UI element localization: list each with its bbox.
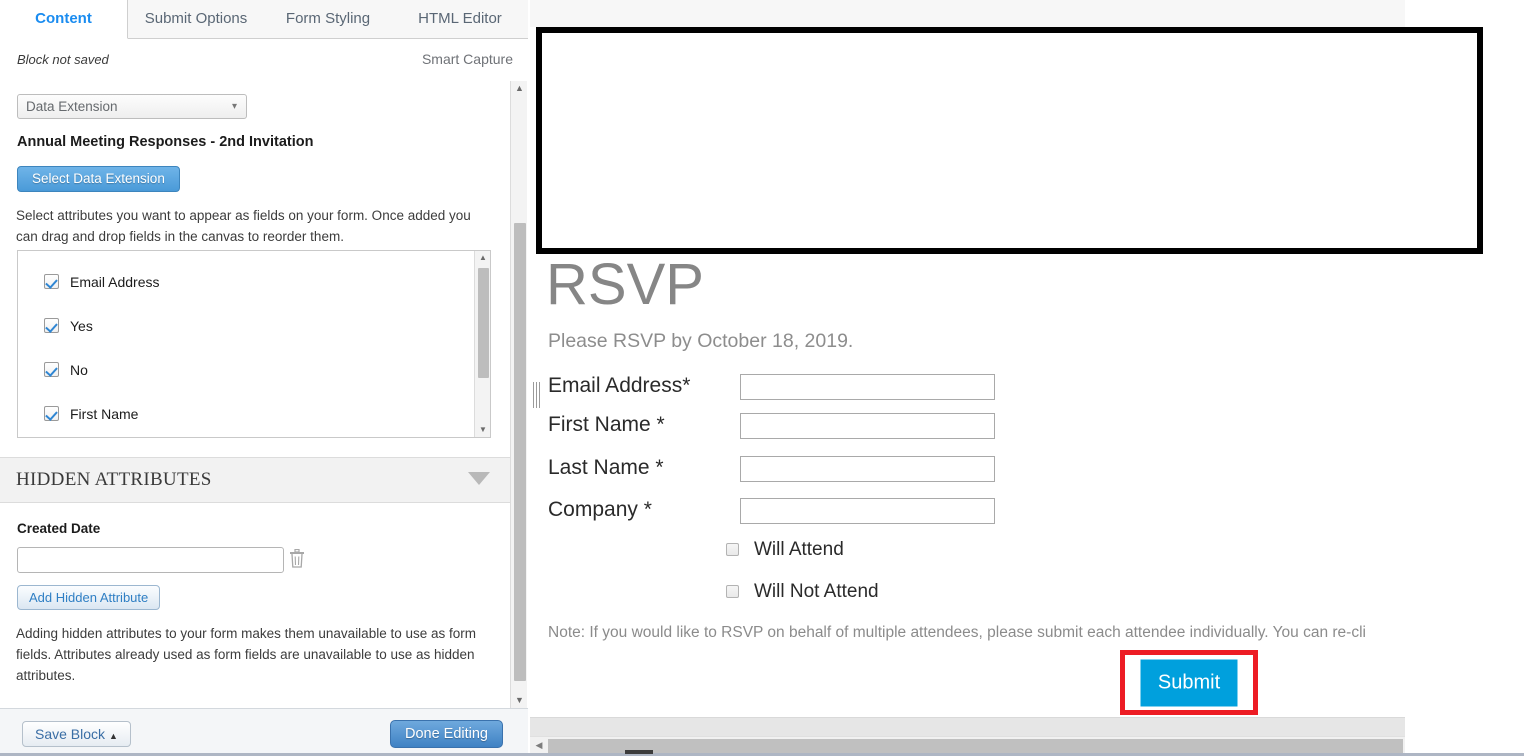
data-source-select-value: Data Extension xyxy=(26,99,118,114)
hidden-attribute-input[interactable] xyxy=(17,547,284,573)
attribute-label: No xyxy=(70,362,88,378)
trash-icon[interactable] xyxy=(289,548,305,569)
checkbox-icon[interactable] xyxy=(44,362,59,377)
field-row-company: Company * xyxy=(548,496,1018,538)
first-name-input[interactable] xyxy=(740,413,995,439)
save-block-label: Save Block xyxy=(35,726,106,742)
checkbox-icon[interactable] xyxy=(44,318,59,333)
rsvp-note: Note: If you would like to RSVP on behal… xyxy=(548,624,1366,641)
data-source-select[interactable]: Data Extension ▾ xyxy=(17,94,247,119)
editor-scroll-area: Data Extension ▾ Annual Meeting Response… xyxy=(0,81,510,708)
hidden-attributes-helper-text: Adding hidden attributes to your form ma… xyxy=(16,626,476,683)
field-label: Company * xyxy=(548,498,652,521)
attribute-label: First Name xyxy=(70,406,139,422)
checkbox-icon[interactable] xyxy=(726,543,739,556)
chevron-down-icon: ▾ xyxy=(231,101,237,112)
tab-submit-options[interactable]: Submit Options xyxy=(128,0,264,39)
select-data-extension-button[interactable]: Select Data Extension xyxy=(17,166,180,192)
last-name-input[interactable] xyxy=(740,456,995,482)
attribute-label: Yes xyxy=(70,318,93,334)
done-editing-button[interactable]: Done Editing xyxy=(389,720,503,748)
canvas-top-strip xyxy=(530,0,1405,27)
editor-panel-scrollbar[interactable]: ▲ ▼ xyxy=(510,81,527,708)
attribute-label: Email Address xyxy=(70,274,160,290)
company-input[interactable] xyxy=(740,498,995,524)
editor-panel-scrollbar-thumb[interactable] xyxy=(514,223,526,681)
tab-form-styling[interactable]: Form Styling xyxy=(264,0,392,39)
editor-footer: Save Block ▲ Done Editing xyxy=(0,708,528,756)
editor-tabbar: Content Submit Options Form Styling HTML… xyxy=(0,0,528,39)
field-label: First Name * xyxy=(548,413,665,436)
smart-capture-label: Smart Capture xyxy=(421,51,513,67)
submit-button[interactable]: Submit xyxy=(1140,659,1238,706)
caret-up-icon[interactable]: ▲ xyxy=(511,81,528,96)
editor-meta-row: Block not saved Smart Capture xyxy=(0,39,528,81)
canvas-scroll-gap xyxy=(530,718,1405,736)
window-bottom-notch xyxy=(625,750,653,754)
field-row-email-address: Email Address* xyxy=(548,372,1018,414)
caret-down-icon[interactable]: ▼ xyxy=(475,423,490,437)
form-preview-panel: RSVP Please RSVP by October 18, 2019. Em… xyxy=(530,0,1524,756)
canvas-horizontal-scrollbar[interactable]: ◀ xyxy=(530,736,1405,754)
submit-button-highlight: Submit xyxy=(1120,650,1258,715)
rsvp-heading: RSVP xyxy=(546,252,704,317)
add-hidden-attribute-button[interactable]: Add Hidden Attribute xyxy=(17,585,161,610)
caret-up-icon: ▲ xyxy=(109,731,118,741)
field-row-last-name: Last Name * xyxy=(548,454,1018,496)
block-save-status: Block not saved xyxy=(17,52,109,67)
save-block-button[interactable]: Save Block ▲ xyxy=(22,721,131,747)
attributes-helper-text: Select attributes you want to appear as … xyxy=(16,208,471,244)
rsvp-subheading: Please RSVP by October 18, 2019. xyxy=(548,330,854,352)
checkbox-row-will-not-attend[interactable]: Will Not Attend xyxy=(726,580,1146,622)
checkbox-row-will-attend[interactable]: Will Attend xyxy=(726,538,1146,580)
attributes-list: Email Address Yes No First Name ▲ ▼ xyxy=(17,250,491,438)
hidden-attributes-section-header[interactable]: HIDDEN ATTRIBUTES xyxy=(0,457,510,503)
checkbox-icon[interactable] xyxy=(44,274,59,289)
field-row-first-name: First Name * xyxy=(548,411,1018,453)
canvas-horizontal-scroll-area: ◀ xyxy=(530,717,1405,756)
checkbox-label: Will Attend xyxy=(754,539,844,560)
canvas-horizontal-scrollbar-thumb[interactable] xyxy=(548,739,1403,753)
drag-handle-icon[interactable] xyxy=(532,382,542,408)
checkbox-icon[interactable] xyxy=(726,585,739,598)
app-root: Content Submit Options Form Styling HTML… xyxy=(0,0,1524,756)
checkbox-label: Will Not Attend xyxy=(754,581,879,602)
chevron-down-icon[interactable] xyxy=(468,472,490,485)
tab-content[interactable]: Content xyxy=(0,0,128,39)
field-label: Last Name * xyxy=(548,456,664,479)
caret-up-icon[interactable]: ▲ xyxy=(475,251,490,265)
attributes-scrollbar[interactable]: ▲ ▼ xyxy=(474,251,490,437)
hidden-attribute-field-label: Created Date xyxy=(17,521,101,536)
field-label: Email Address* xyxy=(548,374,691,397)
hidden-attributes-title: HIDDEN ATTRIBUTES xyxy=(16,469,212,490)
attributes-scrollbar-thumb[interactable] xyxy=(478,268,489,378)
checkbox-icon[interactable] xyxy=(44,406,59,421)
caret-down-icon[interactable]: ▼ xyxy=(511,693,528,708)
tab-html-editor[interactable]: HTML Editor xyxy=(392,0,528,39)
block-editor-panel: Content Submit Options Form Styling HTML… xyxy=(0,0,530,756)
image-placeholder-highlight xyxy=(536,27,1483,254)
data-extension-name: Annual Meeting Responses - 2nd Invitatio… xyxy=(17,134,314,150)
email-address-input[interactable] xyxy=(740,374,995,400)
